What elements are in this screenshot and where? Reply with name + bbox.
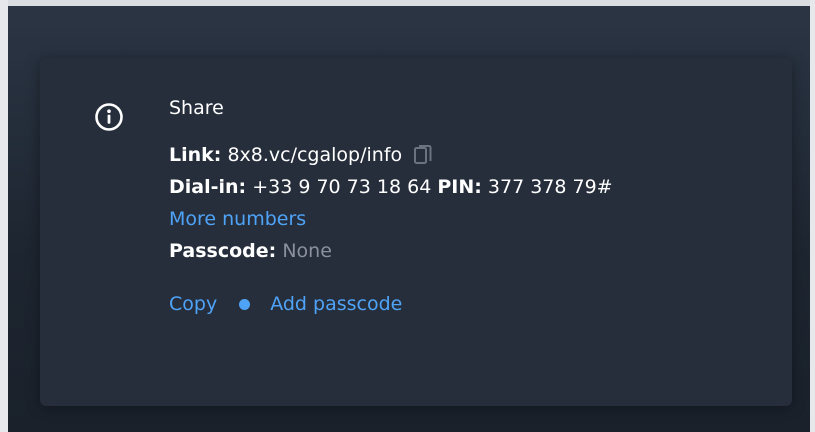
copy-button[interactable]: Copy	[169, 289, 217, 319]
link-value[interactable]: 8x8.vc/cgalop/info	[227, 139, 402, 171]
dial-in-label: Dial-in:	[169, 176, 247, 198]
share-actions: Copy Add passcode	[169, 289, 769, 319]
share-title: Share	[169, 97, 224, 119]
dial-in-number: +33 9 70 73 18 64	[252, 176, 432, 198]
window-frame-top	[0, 0, 815, 6]
add-passcode-button[interactable]: Add passcode	[270, 289, 402, 319]
passcode-value: None	[282, 240, 332, 262]
separator-dot	[239, 298, 251, 310]
window-frame-left	[0, 0, 8, 432]
link-row: Link: 8x8.vc/cgalop/info	[169, 139, 769, 171]
dial-in-row: Dial-in: +33 9 70 73 18 64 PIN: 377 378 …	[169, 171, 769, 203]
copy-icon[interactable]	[414, 144, 432, 166]
more-numbers-link[interactable]: More numbers	[169, 203, 306, 235]
window-frame-right	[810, 0, 815, 432]
link-label: Link:	[169, 144, 222, 166]
pin-label: PIN:	[437, 176, 482, 198]
pin-value: 377 378 79#	[487, 176, 613, 198]
share-content: Share Link: 8x8.vc/cgalop/info Dial-in: …	[169, 94, 769, 319]
passcode-row: Passcode: None	[169, 235, 769, 267]
more-numbers-row: More numbers	[169, 203, 769, 235]
share-info-card: Share Link: 8x8.vc/cgalop/info Dial-in: …	[40, 58, 792, 406]
passcode-label: Passcode:	[169, 240, 277, 262]
info-icon	[95, 103, 123, 131]
